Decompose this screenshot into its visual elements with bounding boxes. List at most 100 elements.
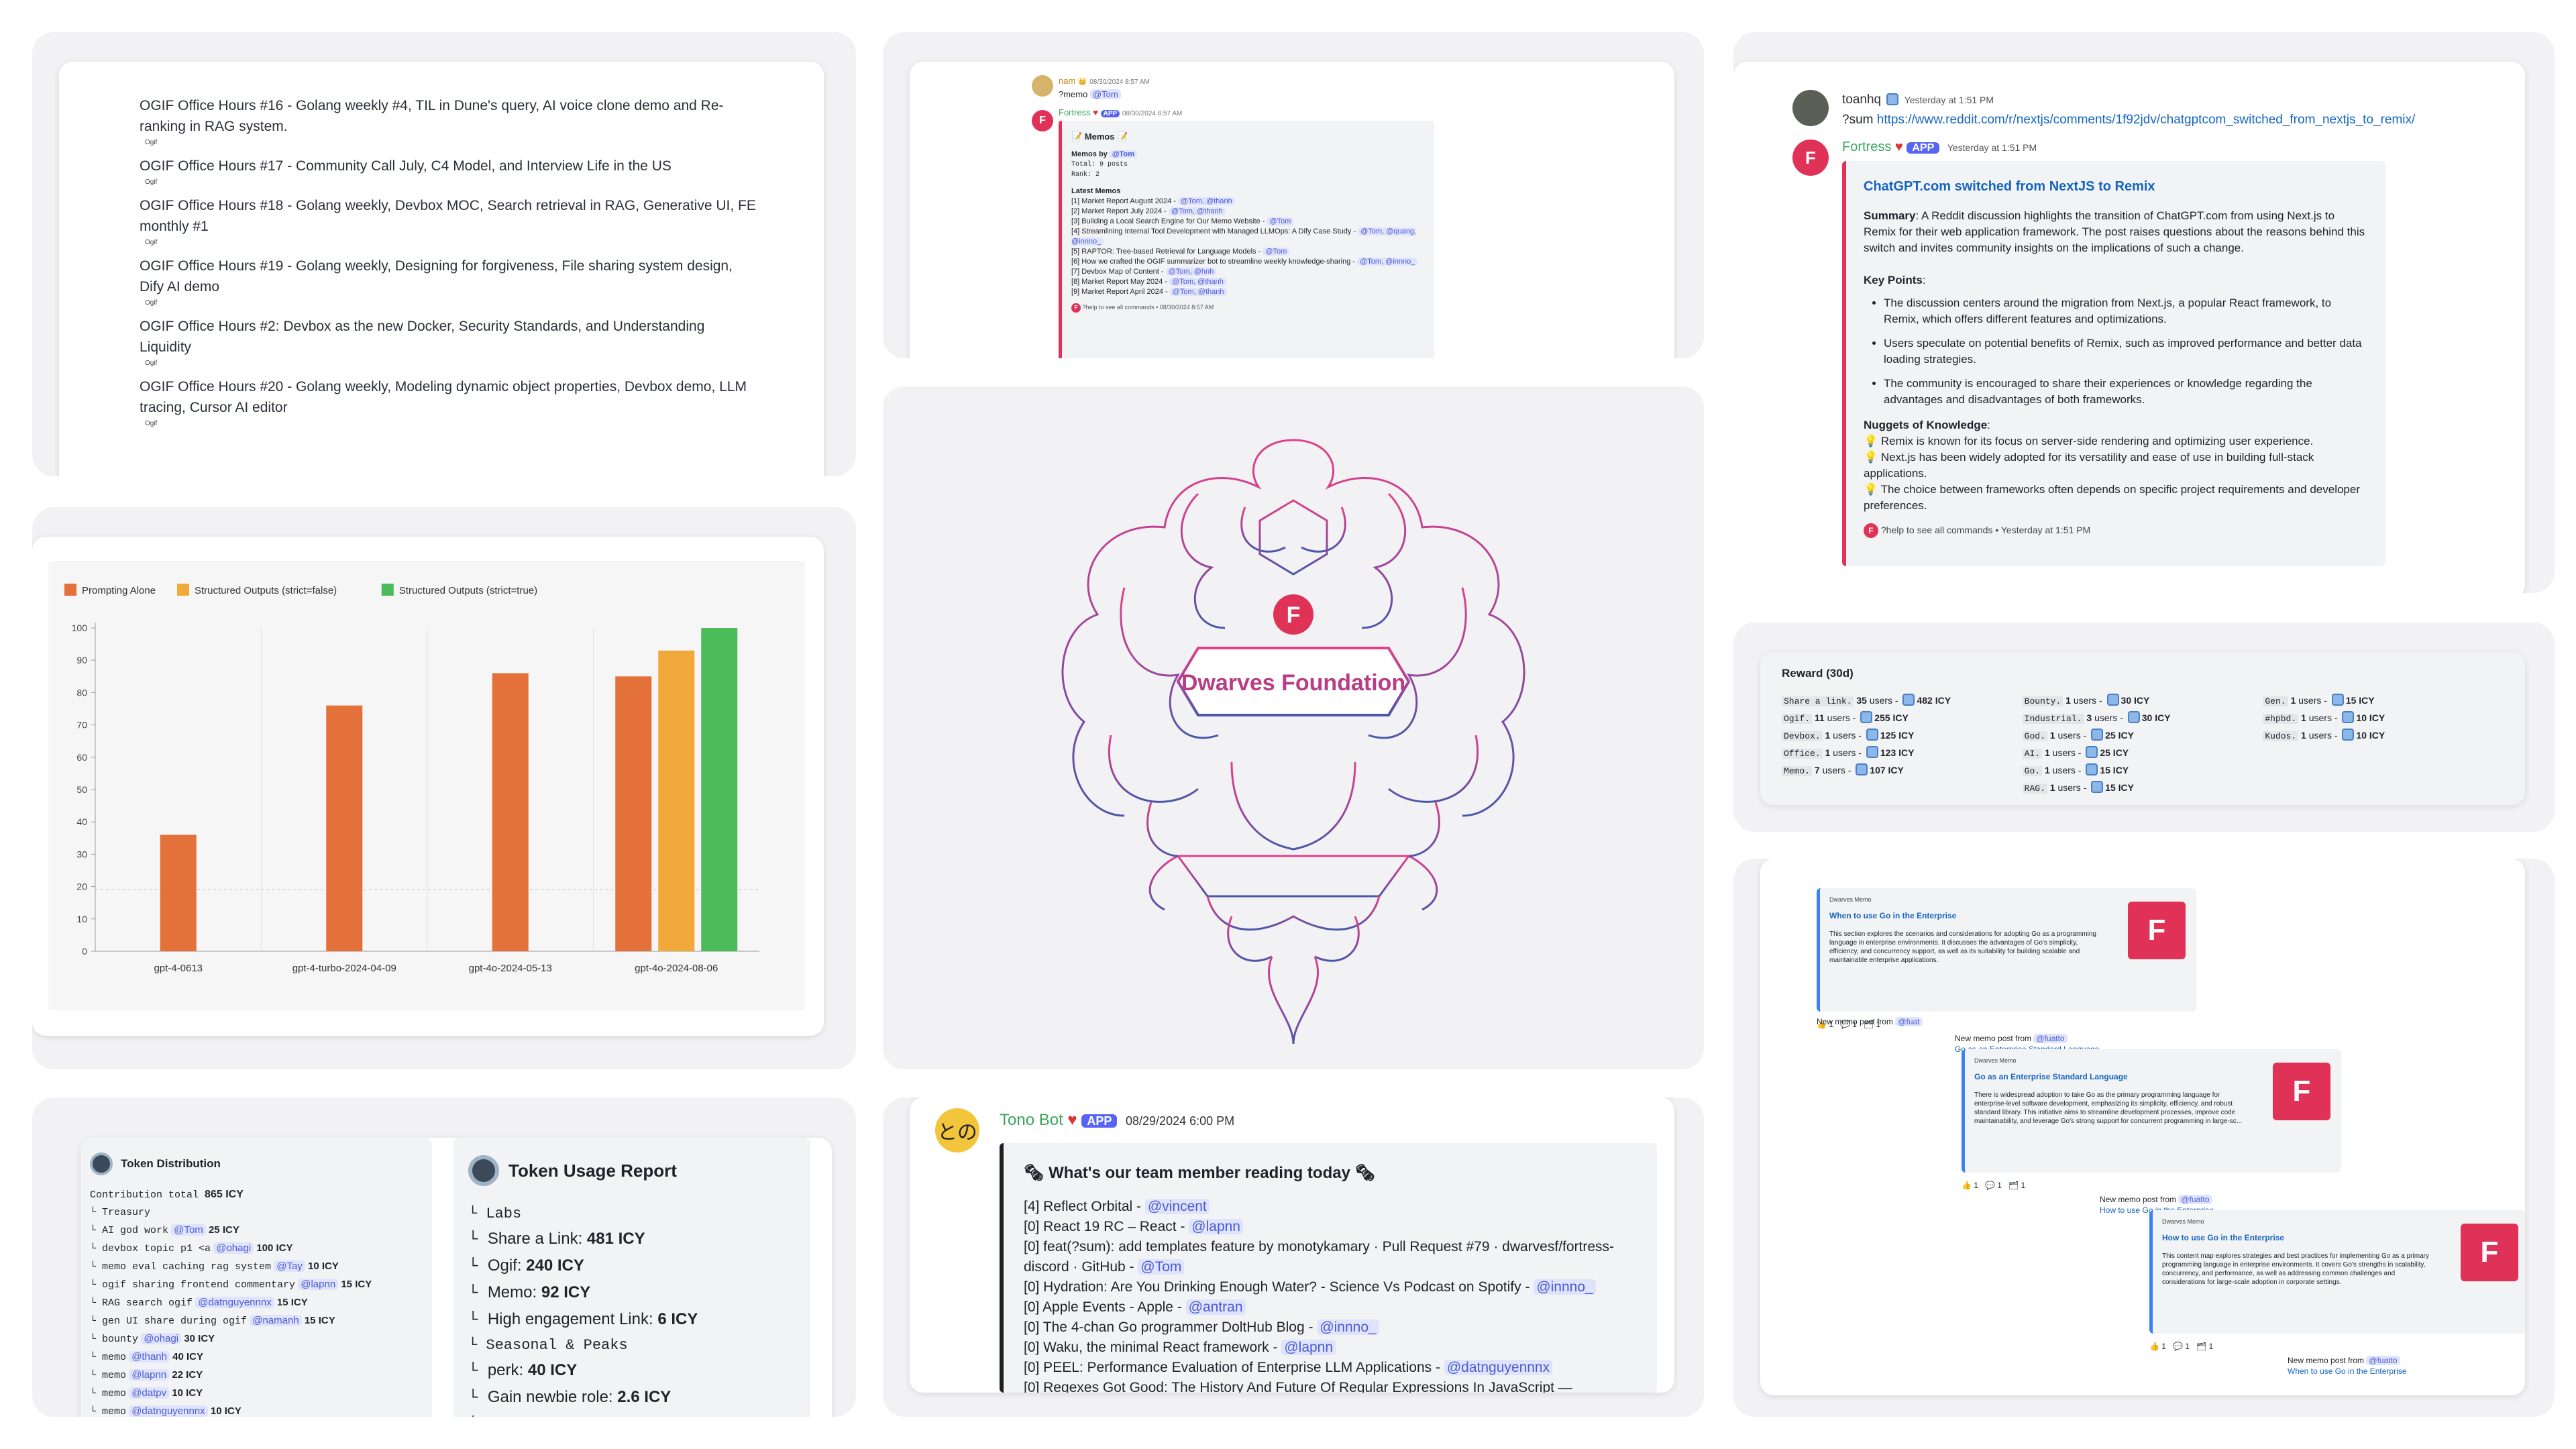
token-amount: 25 ICY xyxy=(208,1224,239,1236)
reaction-chip[interactable]: 💬 1 xyxy=(1985,1181,2002,1190)
user-mention[interactable]: @namanh xyxy=(250,1315,302,1326)
ogif-item[interactable]: OGIF Office Hours #16 - Golang weekly #4… xyxy=(140,95,757,149)
sum-footer: F ?help to see all commands • Yesterday … xyxy=(1864,522,2368,538)
toanhq-avatar xyxy=(1792,90,1829,126)
user-mention[interactable]: @Tom xyxy=(1267,217,1294,225)
user-mention[interactable]: @datpv xyxy=(129,1387,170,1399)
user-mention[interactable]: @datnguyennnx xyxy=(195,1297,274,1308)
memos-user-row: nam 👑 08/30/2024 8:57 AM ?memo @Tom xyxy=(1032,75,1150,101)
user-mention[interactable]: @lapnn xyxy=(129,1369,170,1381)
user-mention[interactable]: @innno_ xyxy=(1317,1320,1379,1335)
ogif-item-title[interactable]: OGIF Office Hours #16 - Golang weekly #4… xyxy=(140,95,757,137)
ogif-item-title[interactable]: OGIF Office Hours #19 - Golang weekly, D… xyxy=(140,256,757,297)
structured-outputs-chart: Prompting Alone Structured Outputs (stric… xyxy=(64,584,759,974)
reading-item: [0] feat(?sum): add templates feature by… xyxy=(1024,1237,1637,1277)
user-mention[interactable]: @lapnn xyxy=(1189,1219,1243,1234)
reward-category: God. xyxy=(2022,731,2047,741)
reward-users-word: users xyxy=(1827,712,1850,723)
reward-amount: 255 ICY xyxy=(1874,712,1909,723)
user-mention[interactable]: @Tom xyxy=(171,1224,206,1236)
ogif-item-title[interactable]: OGIF Office Hours #18 - Golang weekly, D… xyxy=(140,195,757,237)
reward-tile: Reward (30d) Share a link. 35 users - 48… xyxy=(1733,623,2555,832)
memo-embed[interactable]: Dwarves Memo How to use Go in the Enterpr… xyxy=(2149,1210,2525,1334)
user-mention[interactable]: @fuatto xyxy=(2033,1034,2068,1043)
reading-embed: 🗞 What's our team member reading today 🗞… xyxy=(1000,1143,1657,1393)
usage-label: perk: xyxy=(487,1361,524,1379)
token-amount: 10 ICY xyxy=(307,1260,339,1272)
ogif-item[interactable]: OGIF Office Hours #2: Devbox as the new … xyxy=(140,316,757,370)
user-mention[interactable]: @vincent xyxy=(1144,1199,1210,1214)
memo-item: [2] Market Report July 2024 - @Tom, @tha… xyxy=(1071,207,1425,217)
user-mention[interactable]: @Tom xyxy=(1138,1259,1185,1275)
reddit-link[interactable]: https://www.reddit.com/r/nextjs/comments… xyxy=(1877,113,2416,127)
user-mention[interactable]: @Tom xyxy=(1263,248,1290,256)
reaction-chip[interactable]: 👍 1 xyxy=(2149,1342,2166,1351)
reward-embed: Reward (30d) Share a link. 35 users - 48… xyxy=(1760,652,2525,805)
memo-embed[interactable]: Dwarves Memo When to use Go in the Enterp… xyxy=(1817,888,2196,1012)
reading-item: [0] Hydration: Are You Drinking Enough W… xyxy=(1024,1277,1637,1297)
feed-tile: Dwarves Memo When to use Go in the Enterp… xyxy=(1733,859,2555,1417)
user-mention[interactable]: @Tom, @thanh xyxy=(1177,197,1235,205)
reward-amount: 123 ICY xyxy=(1880,747,1915,758)
user-mention[interactable]: @fuat xyxy=(1895,1017,1923,1026)
user-mention[interactable]: @thanh xyxy=(129,1351,170,1362)
user-mention[interactable]: @innno_ xyxy=(1534,1279,1596,1295)
user-mention[interactable]: @Tom, @thanh xyxy=(1169,278,1226,286)
reaction-chip[interactable]: 💬 1 xyxy=(2173,1342,2190,1351)
memo-embed[interactable]: Dwarves Memo Go as an Enterprise Standard… xyxy=(1962,1049,2341,1173)
reward-users-word: users xyxy=(2073,695,2097,706)
ogif-item-title[interactable]: OGIF Office Hours #17 - Community Call J… xyxy=(140,156,757,176)
memo-link[interactable]: When to use Go in the Enterprise xyxy=(2288,1366,2406,1376)
user-mention[interactable]: @antran xyxy=(1185,1299,1246,1315)
sum-title[interactable]: ChatGPT.com switched from NextJS to Remi… xyxy=(1864,178,2368,195)
reward-count: 1 xyxy=(2301,712,2306,723)
user-mention[interactable]: @lapnn xyxy=(1281,1340,1336,1355)
user-mention[interactable]: @ohagi xyxy=(141,1333,182,1344)
user-mention[interactable]: @fuatto xyxy=(2366,1356,2400,1365)
ogif-item-title[interactable]: OGIF Office Hours #2: Devbox as the new … xyxy=(140,316,757,358)
user-mention[interactable]: @Tom, @hnh xyxy=(1165,268,1217,276)
user-mention[interactable]: @Tom, @innno_ xyxy=(1357,258,1418,266)
legend-label: Prompting Alone xyxy=(82,585,156,596)
user-mention[interactable]: @Tay xyxy=(274,1260,305,1272)
user-mention[interactable]: @Tom, @thanh xyxy=(1168,207,1226,215)
token-task: devbox topic p1 <a xyxy=(102,1243,211,1254)
reaction-chip[interactable]: 🗂 1 xyxy=(2008,1181,2025,1190)
icy-coin-icon xyxy=(2342,711,2355,723)
bar-structured-outputs-strict-true- xyxy=(701,628,738,951)
memo-item-text: [3] Building a Local Search Engine for O… xyxy=(1071,217,1265,225)
reward-category: RAG. xyxy=(2022,784,2047,794)
reading-item: [0] React 19 RC – React - @lapnn xyxy=(1024,1217,1637,1237)
reaction-count: 1 xyxy=(1997,1181,2002,1190)
ogif-tag: Ogif xyxy=(145,360,158,367)
reward-category: Go. xyxy=(2022,766,2043,776)
ogif-item-title[interactable]: OGIF Office Hours #20 - Golang weekly, M… xyxy=(140,376,757,418)
reaction-chip[interactable]: 🗂 1 xyxy=(2196,1342,2213,1351)
ogif-tag: Ogif xyxy=(145,178,158,186)
legend-swatch xyxy=(381,584,394,596)
x-tick-label: gpt-4o-2024-05-13 xyxy=(469,963,552,974)
nuggets-list: 💡 Remix is known for its focus on server… xyxy=(1864,433,2368,514)
key-point: The discussion centers around the migrat… xyxy=(1884,295,2368,327)
ogif-item[interactable]: OGIF Office Hours #19 - Golang weekly, D… xyxy=(140,256,757,309)
ogif-item[interactable]: OGIF Office Hours #20 - Golang weekly, M… xyxy=(140,376,757,430)
labs-header: └ Labs xyxy=(468,1205,522,1222)
ogif-tag: Ogif xyxy=(145,239,158,246)
user-mention[interactable]: @Tom, @thanh xyxy=(1169,288,1227,296)
sum-summary: Summary: A Reddit discussion highlights … xyxy=(1864,209,2365,254)
user-mention[interactable]: @datnguyennnx xyxy=(129,1405,208,1417)
ogif-tag: Ogif xyxy=(145,299,158,307)
reactions: 👍 1 💬 1 🗂 1 xyxy=(1962,1181,2032,1190)
user-mention[interactable]: @ohagi xyxy=(213,1242,254,1254)
user-mention[interactable]: @fuatto xyxy=(2178,1195,2212,1204)
token-row: └ RAG search ogif @datnguyennnx 15 ICY xyxy=(90,1297,308,1309)
token-row: └ memo eval caching rag system @Tay 10 I… xyxy=(90,1260,339,1273)
user-mention[interactable]: @lapnn xyxy=(298,1279,339,1290)
user-mention[interactable]: @datnguyennnx xyxy=(1444,1360,1553,1375)
legend-swatch xyxy=(64,584,76,596)
reaction-chip[interactable]: 👍 1 xyxy=(1962,1181,1978,1190)
usage-row: └ Gain newbie role: 2.6 ICY xyxy=(468,1388,672,1407)
ogif-item[interactable]: OGIF Office Hours #18 - Golang weekly, D… xyxy=(140,195,757,249)
legend-label: Structured Outputs (strict=false) xyxy=(195,585,337,596)
ogif-item[interactable]: OGIF Office Hours #17 - Community Call J… xyxy=(140,156,757,189)
